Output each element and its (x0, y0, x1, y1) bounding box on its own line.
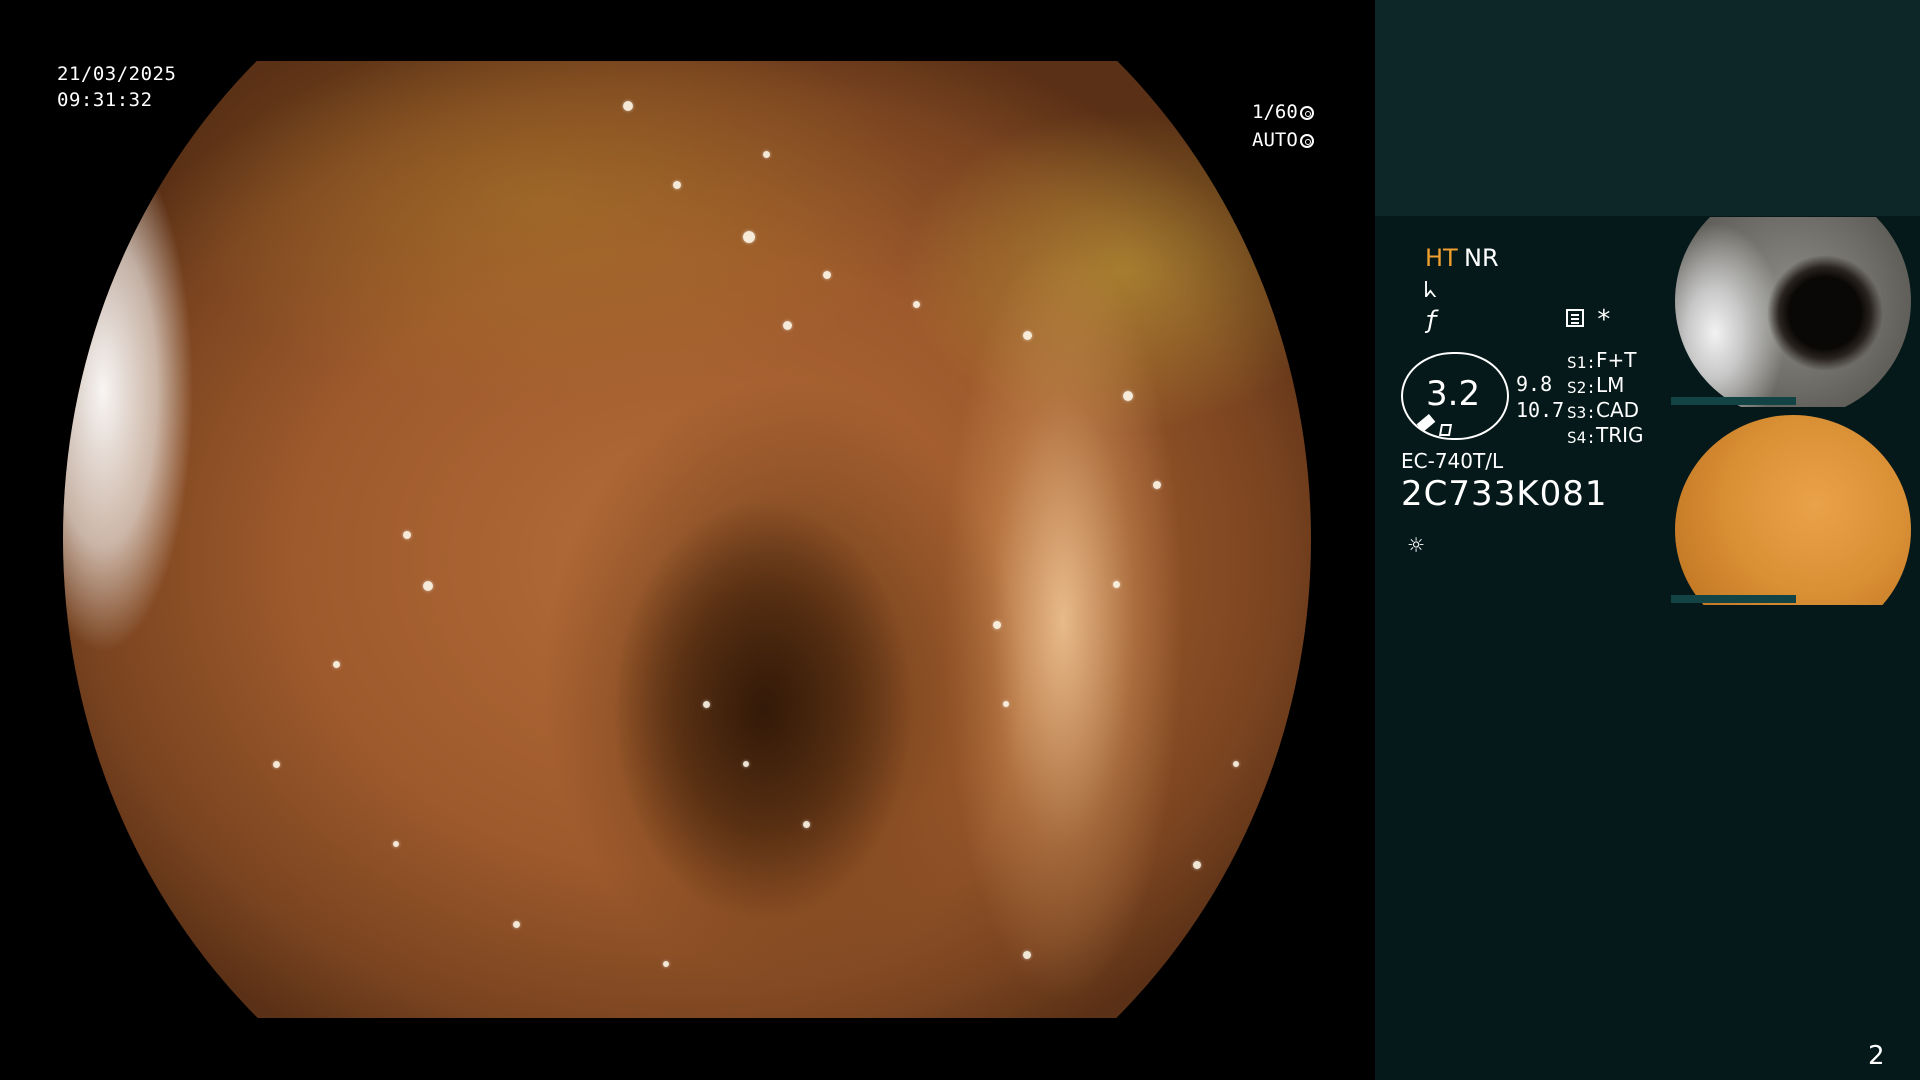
glare-spot (403, 531, 411, 539)
date-readout: 21/03/2025 (57, 63, 177, 85)
zoom-value: 3.2 (1426, 374, 1481, 414)
iris-value: AUTO (1252, 129, 1298, 151)
scope-model: EC-740T/L (1401, 449, 1504, 473)
glare-spot (993, 621, 1001, 629)
switch-1-label: S1: (1567, 353, 1596, 372)
glare-spot (1113, 581, 1120, 588)
glare-spot (783, 321, 792, 330)
iris-icon (1299, 134, 1314, 148)
page-number: 2 (1868, 1041, 1885, 1071)
glare-spot (803, 821, 810, 828)
glare-spot (1233, 761, 1239, 767)
glare-spot (663, 961, 669, 967)
glare-spot (823, 271, 831, 279)
thumbnail-2-image (1675, 415, 1911, 605)
endoscopic-image (63, 61, 1311, 1018)
glare-spot (1193, 861, 1201, 869)
scope-serial: 2C733K081 (1401, 474, 1608, 514)
switch-3-label: S3: (1567, 403, 1596, 422)
switch-4-label: S4: (1567, 428, 1596, 447)
switch-3-value: CAD (1596, 398, 1640, 422)
switch-4-value: TRIG (1596, 423, 1644, 447)
box-icon (1438, 424, 1453, 436)
glare-spot (1123, 391, 1133, 401)
switch-2-label: S2: (1567, 378, 1596, 397)
mode-nr-label: NR (1464, 244, 1499, 272)
structure-enhance-icon: ᖾ (1424, 278, 1437, 303)
glare-spot (623, 101, 633, 111)
thumbnail-2[interactable] (1671, 415, 1915, 605)
color-mode-icon: ƒ (1424, 306, 1439, 334)
thumbnail-1-image (1675, 217, 1911, 407)
glare-spot (763, 151, 770, 158)
glare-spot (1023, 331, 1032, 340)
glare-spot (333, 661, 340, 668)
switch-2-value: LM (1596, 373, 1625, 397)
glare-spot (1153, 481, 1161, 489)
shutter-value: 1/60 (1252, 101, 1298, 123)
iris-readout: AUTO (1252, 129, 1314, 151)
shutter-readout: 1/60 (1252, 101, 1314, 123)
endoscope-view: 21/03/2025 09:31:32 1/60 AUTO (0, 0, 1375, 1080)
glare-spot (703, 701, 710, 708)
shutter-icon (1299, 106, 1314, 120)
glare-spot (393, 841, 399, 847)
light-icon: ☼ (1408, 531, 1424, 561)
time-readout: 09:31:32 (57, 89, 153, 111)
glare-spot (913, 301, 920, 308)
asterisk-icon: * (1596, 305, 1612, 335)
thumbnail-1[interactable] (1671, 217, 1915, 407)
switch-1-value: F+T (1596, 348, 1637, 372)
glare-spot (743, 231, 755, 243)
panel-header-block (1375, 0, 1920, 216)
glare-spot (1023, 951, 1031, 959)
glare-spot (1003, 701, 1009, 707)
glare-spot (423, 581, 433, 591)
mode-ht-label: HT (1425, 244, 1458, 272)
zoom-readout-b: 10.7 (1516, 398, 1565, 422)
zoom-readout-a: 9.8 (1516, 372, 1553, 396)
glare-spot (743, 761, 749, 767)
thumbnail-1-bar (1671, 397, 1796, 405)
thumbnail-2-bar (1671, 595, 1796, 603)
glare-spot (273, 761, 280, 768)
memo-icon (1566, 309, 1584, 327)
glare-spot (513, 921, 520, 928)
glare-spot (673, 181, 681, 189)
